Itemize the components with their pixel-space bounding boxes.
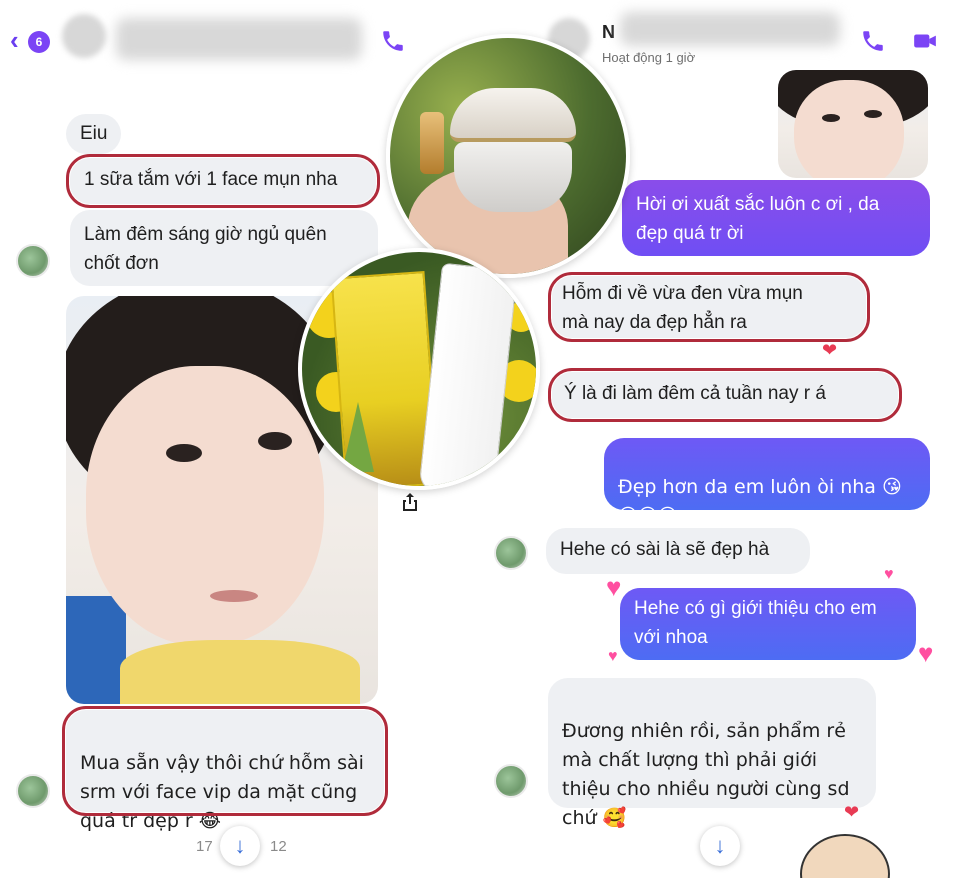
call-icon[interactable]	[378, 28, 408, 54]
heart-icon: ❤	[844, 802, 860, 822]
call-icon-right[interactable]	[858, 28, 888, 54]
message-of-course: Đương nhiên rồi, sản phẩm rẻ mà chất lượ…	[548, 678, 876, 829]
message-hehe-pretty: Hehe có sài là sẽ đẹp hà	[546, 528, 810, 574]
left-top-bar: ‹ 6	[0, 0, 480, 78]
back-icon[interactable]: ‹	[10, 27, 30, 53]
product-photo-shower-gel-cleanser[interactable]	[298, 248, 540, 490]
sender-avatar-right	[494, 536, 528, 570]
message-night-week-highlighted: Ý là đi làm đêm cả tuần nay r á	[548, 368, 902, 422]
message-before-highlighted: Hỗm đi về vừa đen vừa mụn mà nay da đẹp …	[548, 272, 870, 342]
contact-name-blurred	[116, 18, 362, 60]
sender-avatar-2	[16, 774, 50, 808]
timestamp-fragment-right: 12	[270, 838, 287, 855]
contact-name-blurred-right	[620, 12, 840, 46]
product-photo-cream-jar[interactable]	[386, 34, 630, 278]
unread-count-badge: 6	[28, 31, 50, 53]
arrow-down-icon[interactable]: ↓	[700, 826, 740, 866]
share-icon[interactable]	[398, 490, 422, 514]
message-review-highlighted: Mua sẵn vậy thôi chứ hỗm sài srm với fac…	[62, 706, 388, 832]
video-call-icon[interactable]	[910, 28, 940, 54]
sender-avatar	[16, 244, 50, 278]
active-status: Hoạt động 1 giờ	[602, 50, 696, 65]
message-prettier: Đẹp hơn da em luôn òi nha 😘 😘😘😄	[604, 438, 930, 527]
heart-icon: ❤	[822, 340, 838, 360]
timestamp-fragment-left: 17	[196, 838, 213, 855]
reply-selfie-photo[interactable]	[778, 70, 928, 178]
contact-name-initial: N	[602, 22, 615, 42]
contact-avatar	[62, 14, 106, 58]
heart-icon: ♥	[918, 638, 934, 668]
message-eiu: Eiu	[66, 114, 122, 154]
arrow-down-icon[interactable]: ↓	[220, 826, 260, 866]
message-order-highlighted: 1 sữa tắm với 1 face mụn nha	[66, 154, 380, 208]
sender-avatar-right-2	[494, 764, 528, 798]
message-introduce: Hehe có gì giới thiệu cho em với nhoa	[620, 588, 916, 660]
message-excellent: Hời ơi xuất sắc luôn c ơi , da đẹp quá t…	[622, 180, 930, 256]
heart-icon: ♥	[606, 572, 622, 602]
message-night-shift: Làm đêm sáng giờ ngủ quên chốt đơn	[70, 210, 378, 286]
heart-icon: ♥	[608, 648, 618, 665]
heart-icon: ♥	[884, 566, 894, 583]
